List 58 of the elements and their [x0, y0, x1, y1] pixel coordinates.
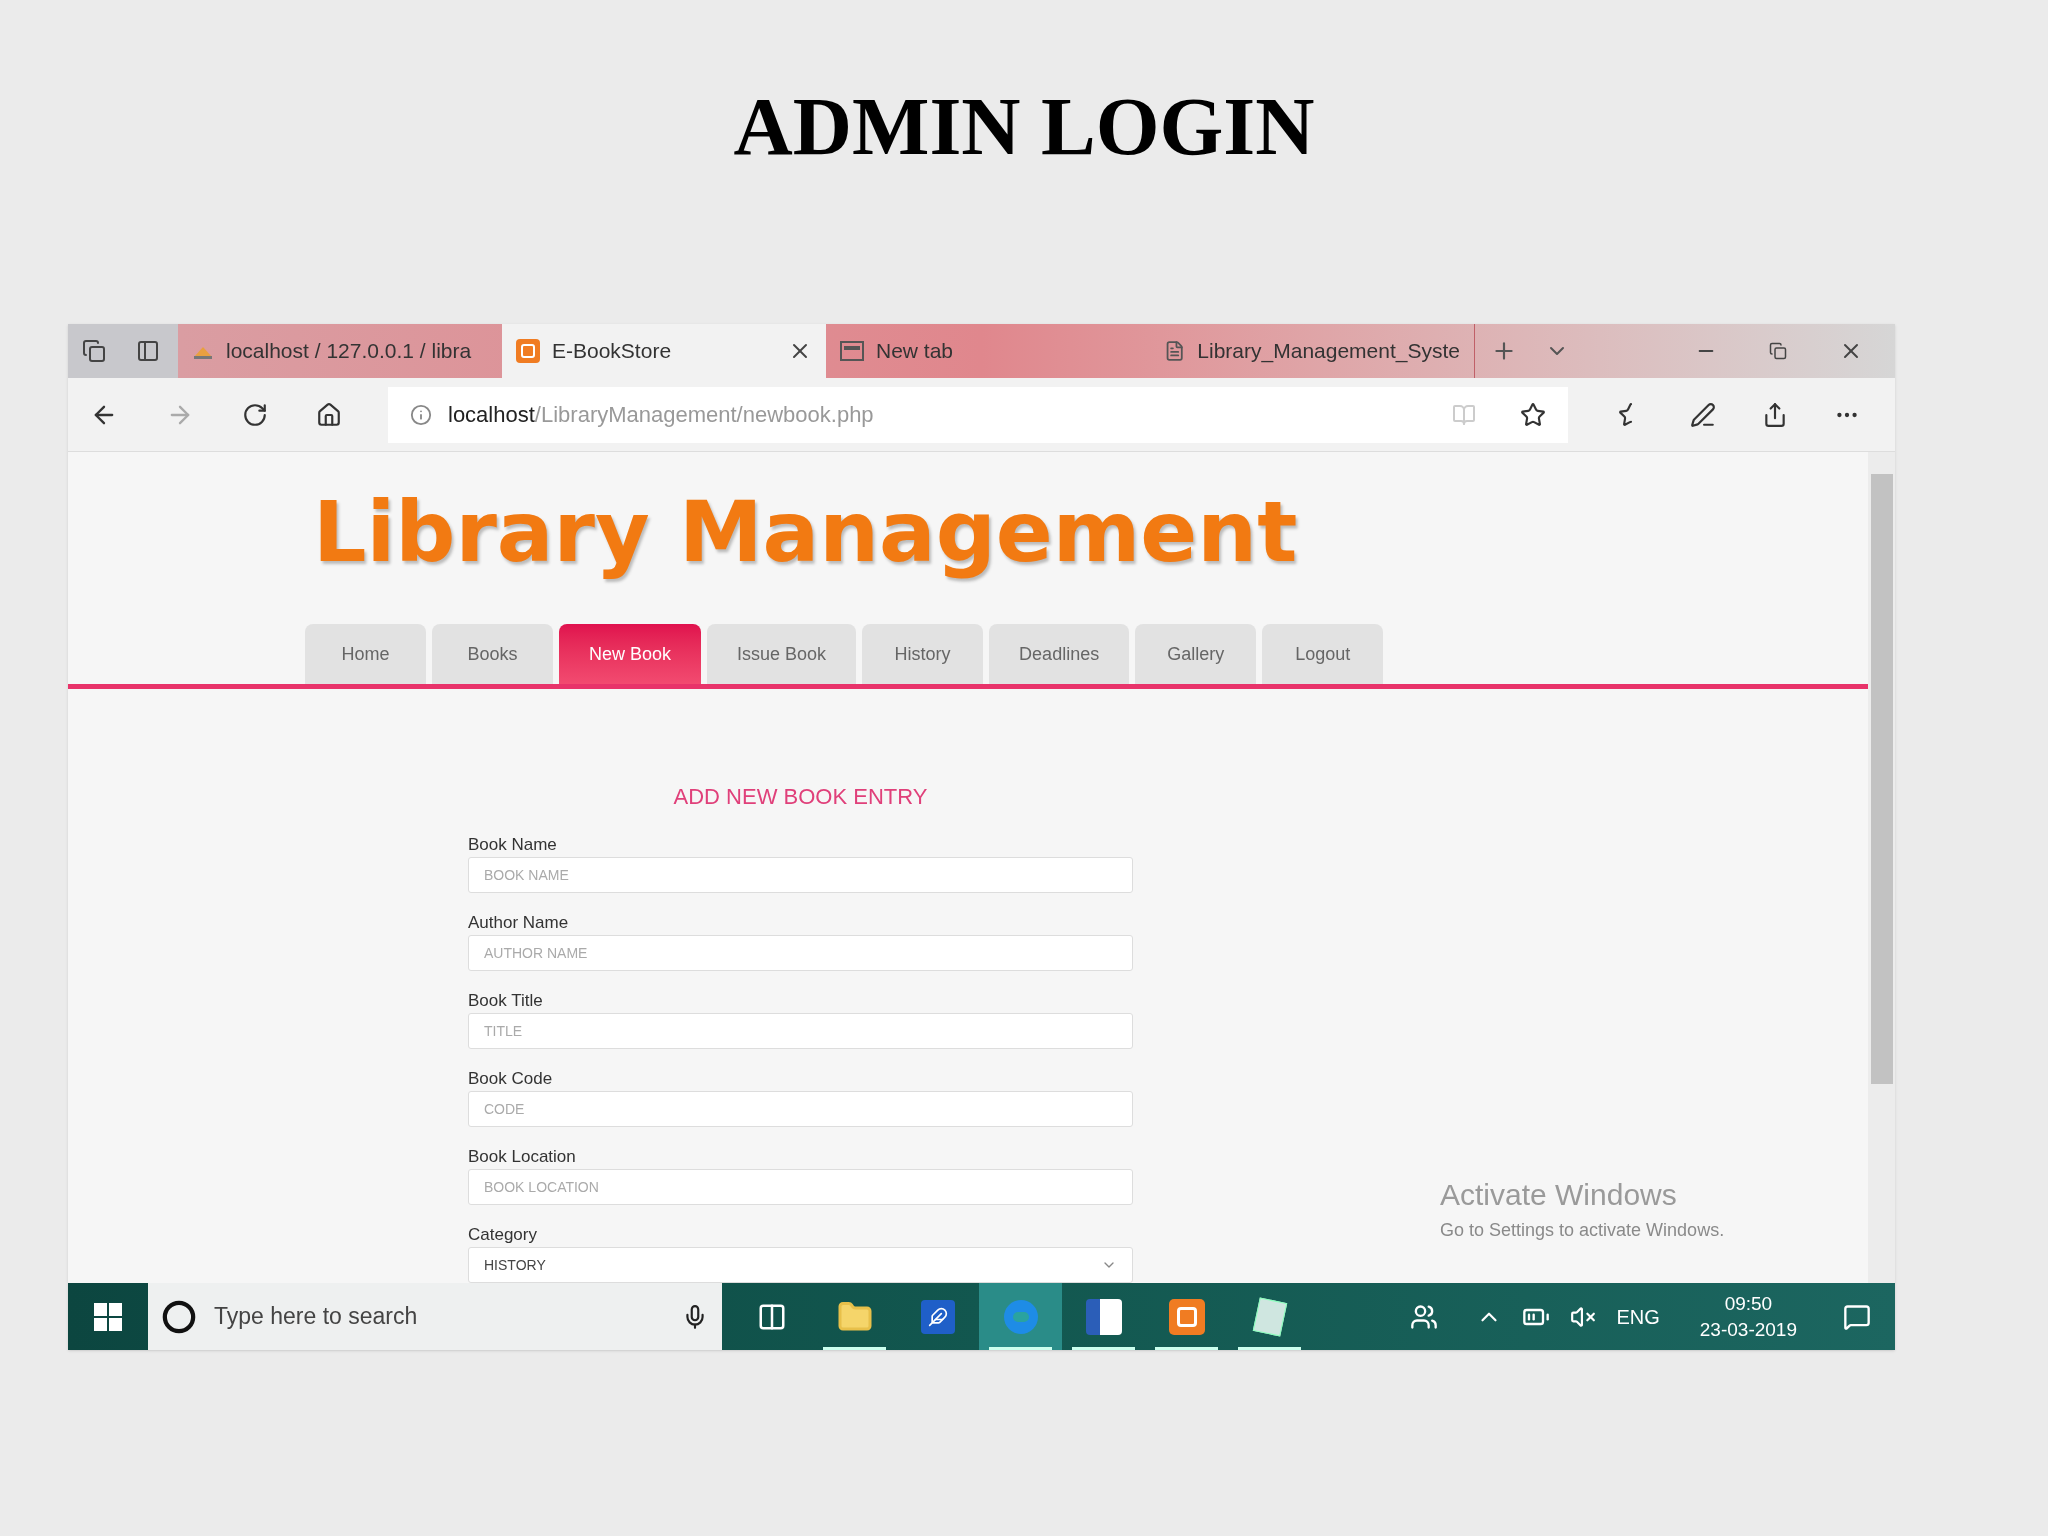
scrollbar[interactable]	[1868, 452, 1895, 1283]
nav-tab[interactable]: Books	[432, 624, 553, 685]
url-text: localhost/LibraryManagement/newbook.php	[448, 401, 874, 429]
windows-logo-icon[interactable]	[94, 1302, 122, 1331]
activation-title: Activate Windows	[1440, 1177, 1678, 1213]
favorite-star-icon[interactable]	[1520, 401, 1546, 428]
document-icon	[1164, 339, 1186, 363]
share-icon[interactable]	[1762, 401, 1788, 428]
browser-tab[interactable]: E-BookStore	[502, 324, 826, 378]
nav-tab[interactable]: Deadlines	[989, 624, 1130, 685]
refresh-icon[interactable]	[242, 401, 268, 428]
tab-title: localhost / 127.0.0.1 / libra	[226, 338, 472, 365]
field-label: Book Location	[468, 1147, 577, 1167]
slide-title: ADMIN LOGIN	[733, 82, 1315, 172]
nav-tab[interactable]: History	[862, 624, 984, 685]
nav-tab[interactable]: Gallery	[1135, 624, 1257, 685]
clock-date[interactable]: 23-03-2019	[1699, 1316, 1797, 1343]
info-icon	[410, 403, 432, 426]
browser-tab[interactable]: Library_Management_Syste	[1150, 324, 1474, 378]
site-title: Library Management	[313, 482, 1298, 582]
field-label: Book Code	[468, 1069, 554, 1089]
field-label: Book Name	[468, 835, 558, 855]
nav-tab[interactable]: Home	[305, 624, 426, 685]
text-field[interactable]: BOOK LOCATION	[468, 1169, 1133, 1205]
restore-icon[interactable]	[1769, 342, 1787, 360]
category-select[interactable]: HISTORY	[468, 1247, 1133, 1283]
language-indicator[interactable]: ENG	[1616, 1301, 1660, 1332]
clock-time[interactable]: 09:50	[1724, 1290, 1773, 1317]
pen-icon[interactable]	[1690, 401, 1716, 428]
taskbar-search-field[interactable]: Type here to search	[148, 1283, 722, 1350]
notifications-icon[interactable]	[1843, 1302, 1871, 1331]
nav-tab[interactable]: New Book	[559, 624, 702, 685]
bird-app-icon[interactable]	[920, 1299, 955, 1334]
text-field[interactable]: AUTHOR NAME	[468, 935, 1133, 971]
browser-tab[interactable]: localhost / 127.0.0.1 / libra	[178, 324, 502, 378]
text-field[interactable]: CODE	[468, 1091, 1133, 1127]
field-label: Category	[468, 1225, 538, 1245]
tab-title: E-BookStore	[552, 338, 672, 365]
text-field[interactable]: TITLE	[468, 1013, 1133, 1049]
xampp-icon[interactable]	[1168, 1298, 1205, 1335]
tab-title: Library_Management_Syste	[1197, 338, 1460, 365]
xampp-icon	[516, 339, 540, 363]
form-heading: ADD NEW BOOK ENTRY	[673, 783, 928, 811]
address-field[interactable]: localhost/LibraryManagement/newbook.php	[388, 386, 1568, 443]
window-icon	[840, 341, 864, 361]
nav-tab[interactable]: Issue Book	[707, 624, 857, 685]
tab-preview-icon[interactable]	[82, 339, 106, 363]
field-label: Author Name	[468, 913, 570, 933]
home-icon[interactable]	[316, 401, 342, 428]
cortana-icon	[162, 1299, 196, 1334]
field-label: Book Title	[468, 991, 544, 1011]
set-aside-tabs-icon[interactable]	[136, 339, 160, 363]
activation-message: Go to Settings to activate Windows.	[1440, 1219, 1725, 1242]
tab-title: New tab	[876, 338, 954, 365]
nav-tab[interactable]: Logout	[1262, 624, 1384, 685]
text-field[interactable]: BOOK NAME	[468, 857, 1133, 893]
browser-tab[interactable]: New tab	[826, 324, 1150, 378]
people-icon[interactable]	[1410, 1302, 1439, 1331]
